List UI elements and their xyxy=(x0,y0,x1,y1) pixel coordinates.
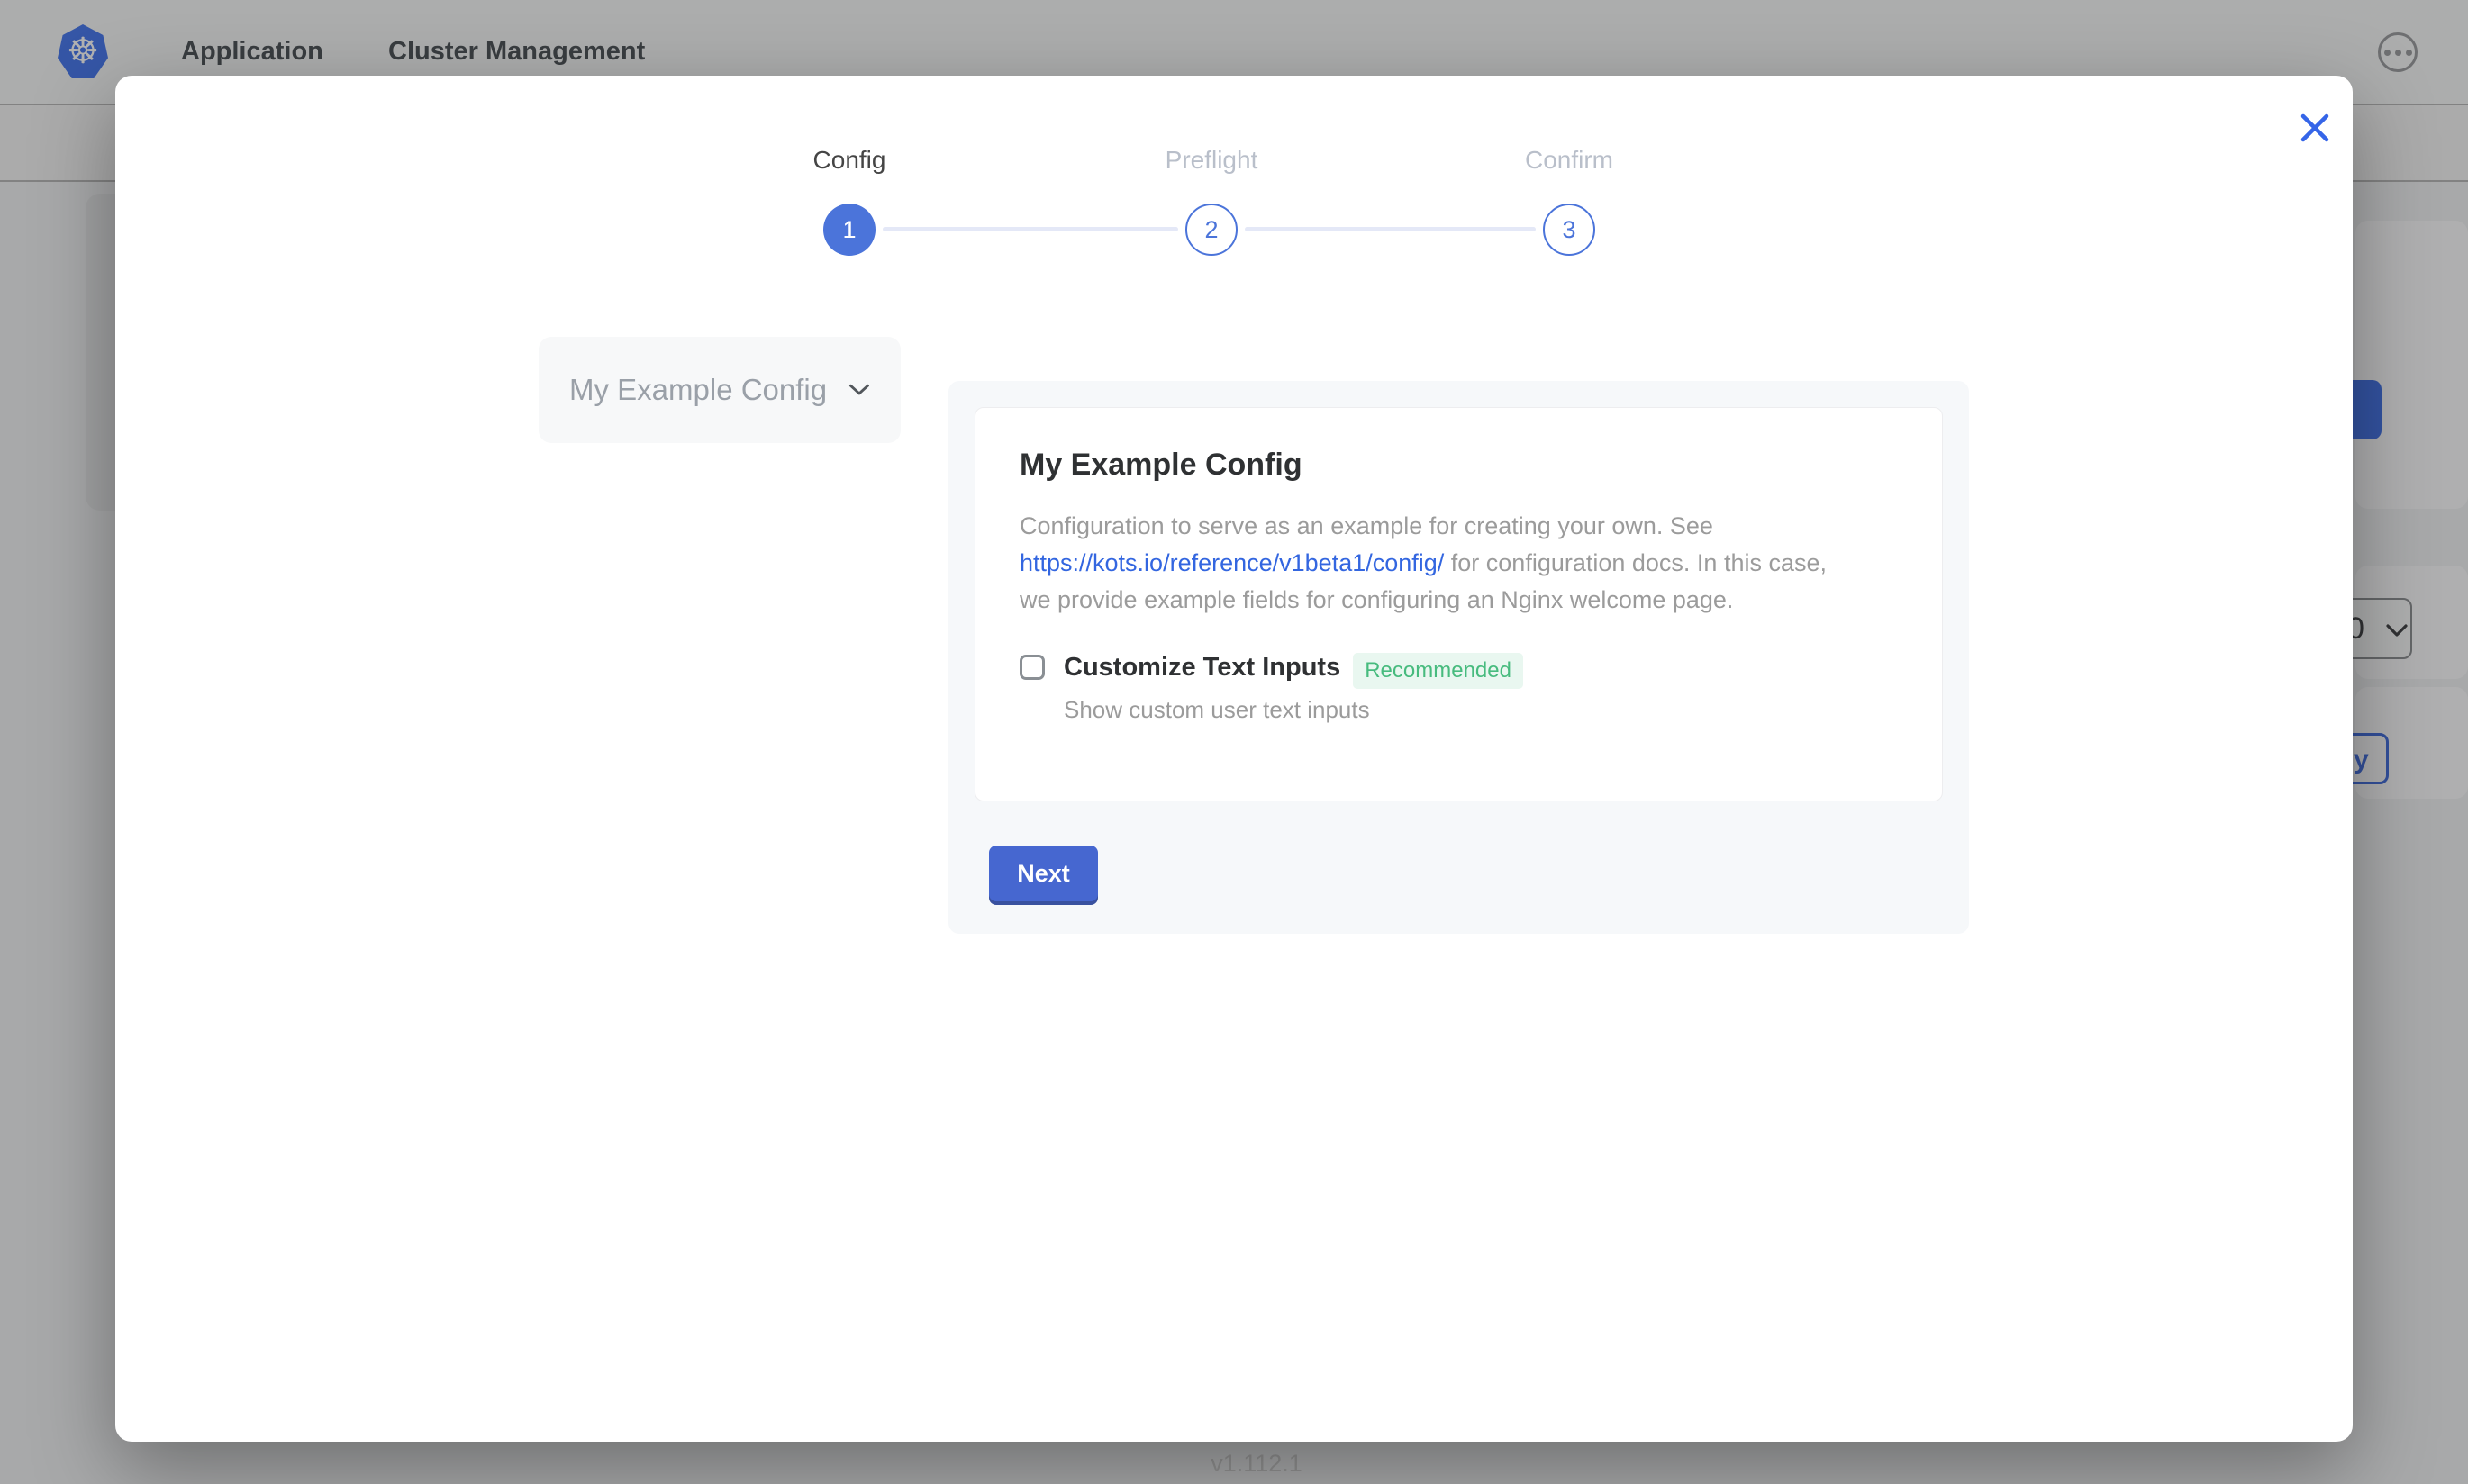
config-docs-link[interactable]: https://kots.io/reference/v1beta1/config… xyxy=(1020,549,1444,576)
step-label-config: Config xyxy=(714,146,984,175)
step-circle-2: 2 xyxy=(1185,204,1238,256)
recommended-badge: Recommended xyxy=(1353,653,1523,689)
chevron-down-icon xyxy=(848,382,870,398)
config-group-description: Configuration to serve as an example for… xyxy=(1020,508,1898,619)
customize-text-inputs-checkbox[interactable] xyxy=(1020,655,1045,680)
config-section-panel: My Example Config Configuration to serve… xyxy=(948,381,1969,934)
config-group-dropdown[interactable]: My Example Config xyxy=(539,337,901,443)
config-group-title: My Example Config xyxy=(1020,448,1898,483)
step-circle-3: 3 xyxy=(1543,204,1595,256)
checkbox-help-text: Show custom user text inputs xyxy=(1064,696,1898,724)
close-icon[interactable] xyxy=(2295,108,2335,148)
step-connector xyxy=(1245,227,1536,231)
config-group-card: My Example Config Configuration to serve… xyxy=(975,407,1943,801)
next-button[interactable]: Next xyxy=(989,846,1098,901)
config-wizard-modal: Config Preflight Confirm 1 2 3 My Exampl… xyxy=(115,76,2353,1442)
step-circle-1: 1 xyxy=(823,204,876,256)
checkbox-label[interactable]: Customize Text Inputs xyxy=(1064,651,1340,683)
checkbox-row: Customize Text Inputs Recommended xyxy=(1020,651,1898,689)
screen: ☸ Application Cluster Management 0 y v1.… xyxy=(0,0,2468,1484)
step-label-confirm: Confirm xyxy=(1434,146,1704,175)
step-connector xyxy=(883,227,1178,231)
config-group-label: My Example Config xyxy=(569,373,827,407)
step-label-preflight: Preflight xyxy=(1076,146,1347,175)
